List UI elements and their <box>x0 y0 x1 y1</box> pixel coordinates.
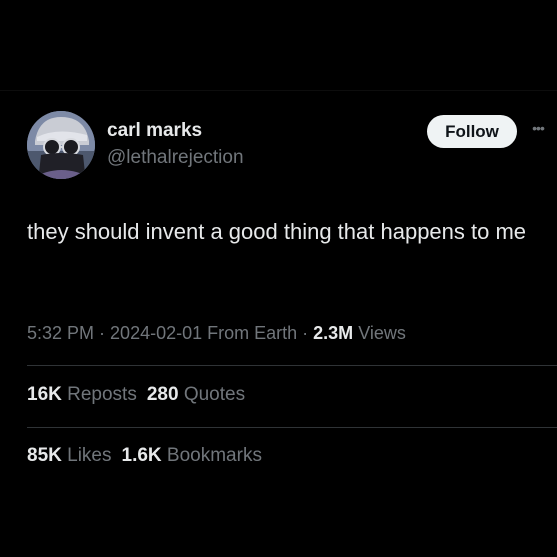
meta-separator: · <box>297 323 314 343</box>
top-divider <box>0 90 557 91</box>
likes-count: 85K <box>27 445 62 466</box>
likes-label: Likes <box>61 445 112 466</box>
quotes-stat[interactable]: 280 Quotes <box>147 384 245 405</box>
reposts-label: Reposts <box>61 384 137 405</box>
views-count[interactable]: 2.3M <box>313 323 353 343</box>
avatar[interactable] <box>27 111 95 179</box>
avatar-image <box>27 111 95 179</box>
tweet-source: From Earth <box>202 323 298 343</box>
divider <box>27 427 557 428</box>
tweet-date[interactable]: 2024-02-01 <box>110 323 202 343</box>
user-handle[interactable]: @lethalrejection <box>107 147 244 169</box>
engagement-row-saves: 85K Likes 1.6K Bookmarks <box>27 444 547 468</box>
tweet-meta: 5:32 PM · 2024-02-01 From Earth · 2.3M V… <box>27 321 547 345</box>
meta-separator: · <box>94 323 111 343</box>
quotes-label: Quotes <box>178 384 246 405</box>
engagement-row-shares: 16K Reposts 280 Quotes <box>27 383 547 407</box>
follow-button[interactable]: Follow <box>427 115 517 148</box>
views-label: Views <box>353 323 406 343</box>
display-name[interactable]: carl marks <box>107 120 244 142</box>
bookmarks-count: 1.6K <box>121 445 162 466</box>
quotes-count: 280 <box>146 384 179 405</box>
tweet-header: carl marks @lethalrejection Follow ••• <box>27 111 547 181</box>
tweet-time[interactable]: 5:32 PM <box>27 323 94 343</box>
reposts-count: 16K <box>27 384 62 405</box>
divider <box>27 365 557 366</box>
reposts-stat[interactable]: 16K Reposts <box>27 384 137 405</box>
bookmarks-stat[interactable]: 1.6K Bookmarks <box>122 445 262 466</box>
more-options-icon[interactable]: ••• <box>528 120 548 136</box>
tweet-text: they should invent a good thing that hap… <box>27 219 527 244</box>
likes-stat[interactable]: 85K Likes <box>27 445 112 466</box>
bookmarks-label: Bookmarks <box>161 445 262 466</box>
author-names: carl marks @lethalrejection <box>107 120 244 169</box>
